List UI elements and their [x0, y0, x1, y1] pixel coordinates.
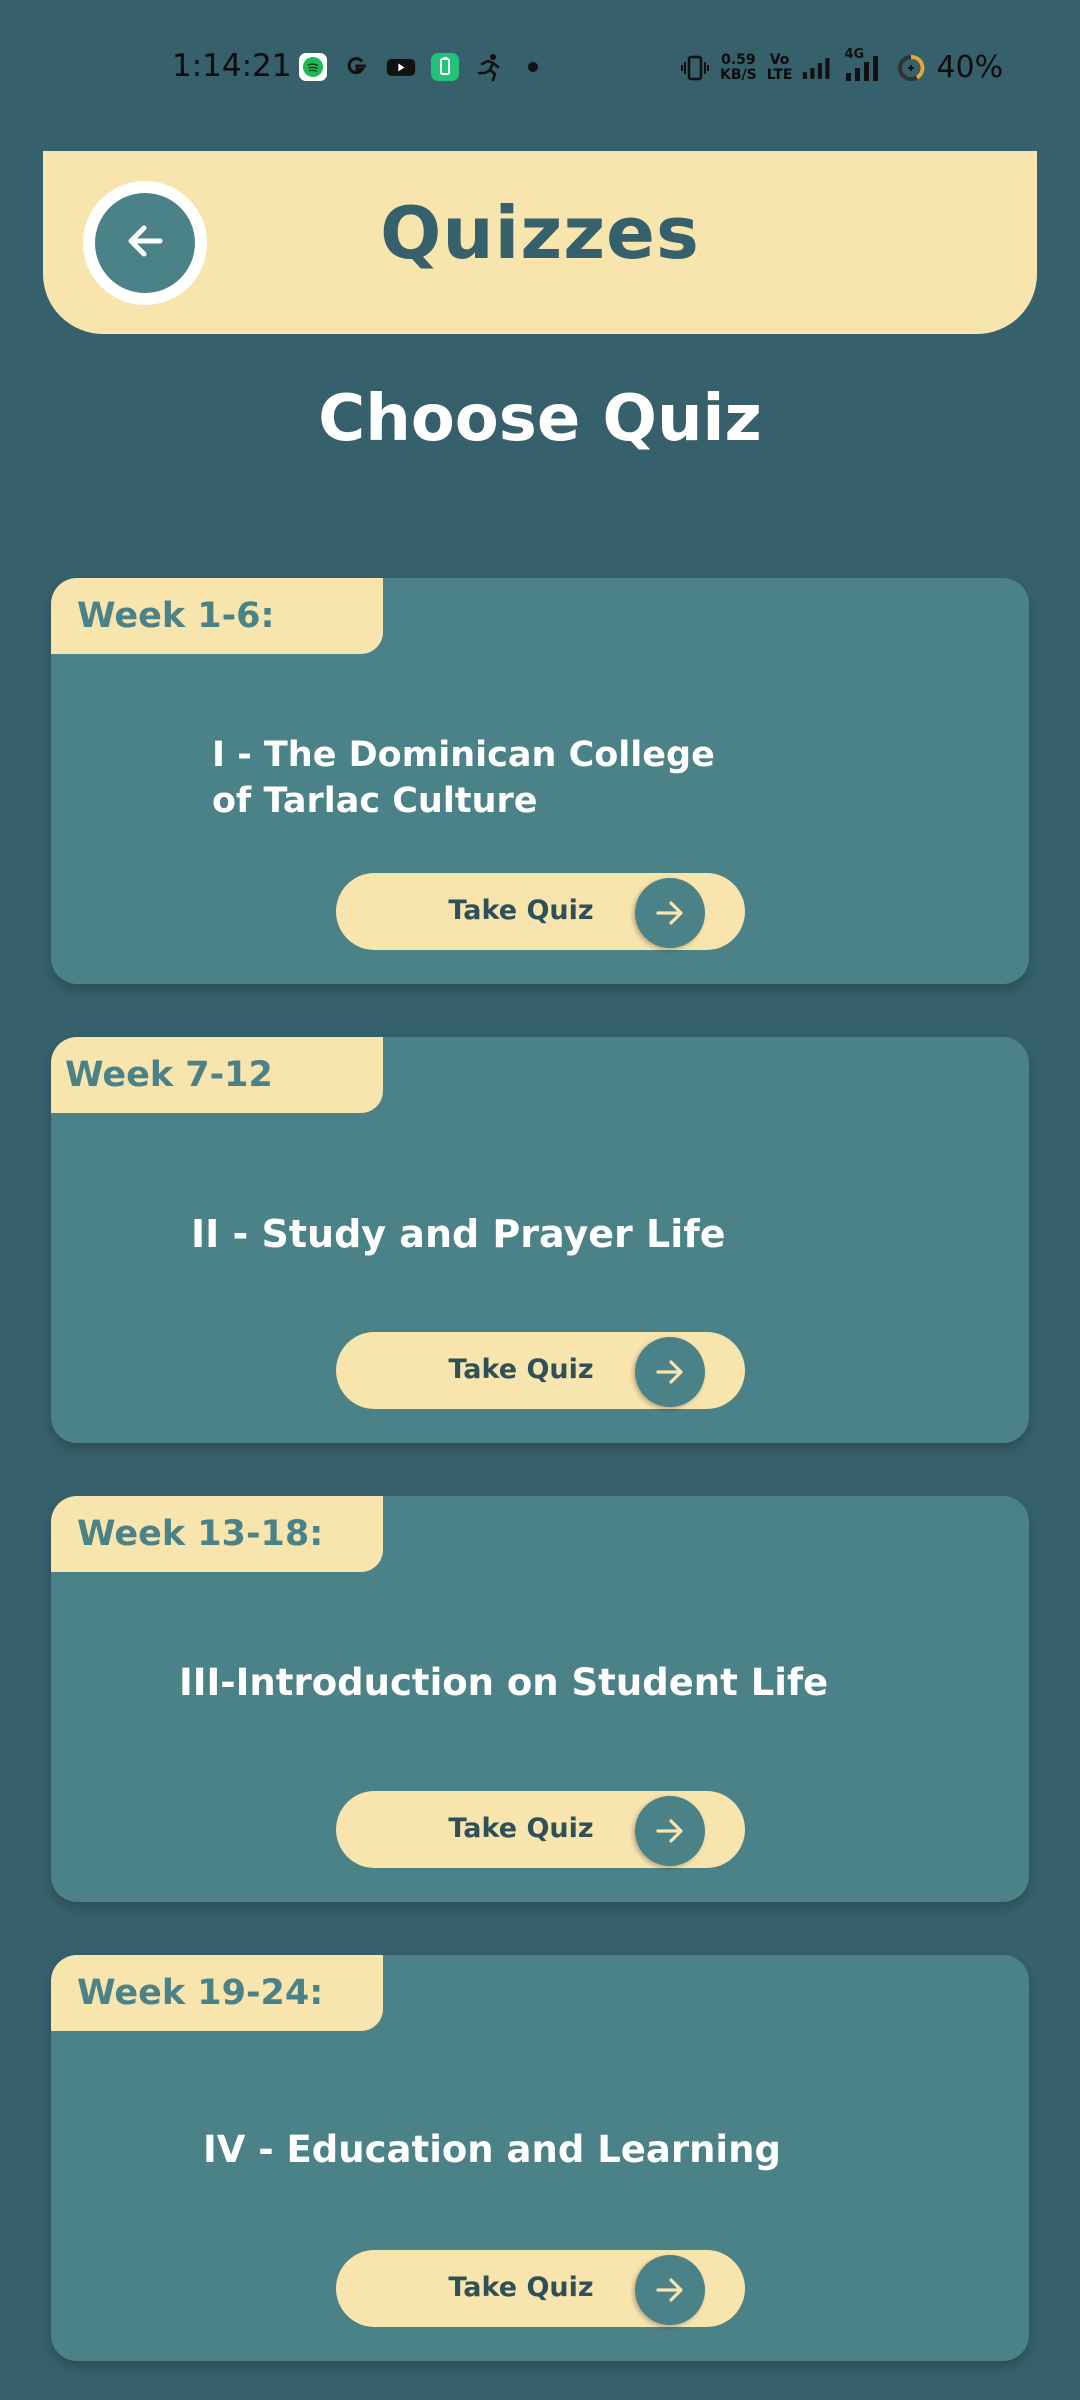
quiz-card-4: Week 19-24: IV - Education and Learning …: [51, 1955, 1029, 2361]
arrow-right-icon: [635, 878, 705, 948]
week-label: Week 7-12: [65, 1055, 273, 1095]
take-quiz-button[interactable]: Take Quiz: [336, 2250, 745, 2327]
status-time: 1:14:21: [172, 48, 292, 84]
battery-saver-icon: [430, 52, 460, 82]
page-title: Choose Quiz: [318, 382, 762, 456]
quiz-card-3: Week 13-18: III-Introduction on Student …: [51, 1496, 1029, 1902]
quiz-title-line2: of Tarlac Culture: [212, 781, 538, 821]
week-tab: Week 19-24:: [51, 1955, 383, 2031]
week-tab: Week 13-18:: [51, 1496, 383, 1572]
quiz-title-line1: IV - Education and Learning: [203, 2128, 781, 2171]
take-quiz-button[interactable]: Take Quiz: [336, 1332, 745, 1409]
network-type: 4G: [844, 46, 865, 62]
quiz-title-line1: III-Introduction on Student Life: [179, 1661, 829, 1704]
arrow-right-icon: [635, 1337, 705, 1407]
week-label: Week 1-6:: [77, 596, 275, 636]
status-bar: 1:14:21 0.59 KB/S Vo LTE 4G 40%: [0, 0, 1080, 140]
quiz-title-line1: I - The Dominican College: [212, 735, 715, 775]
quiz-title: IV - Education and Learning: [203, 2127, 781, 2173]
quiz-title: I - The Dominican College of Tarlac Cult…: [212, 732, 715, 824]
volte-top: Vo: [769, 51, 790, 68]
spotify-icon: [298, 52, 328, 82]
week-tab: Week 1-6:: [51, 578, 383, 654]
week-label: Week 19-24:: [77, 1973, 324, 2013]
volte-bottom: LTE: [766, 66, 793, 83]
take-quiz-button[interactable]: Take Quiz: [336, 1791, 745, 1868]
quiz-title: II - Study and Prayer Life: [191, 1211, 726, 1257]
quiz-title-line1: II - Study and Prayer Life: [191, 1212, 726, 1256]
fitness-icon: [474, 52, 504, 82]
signal-strength-icon: [802, 53, 832, 83]
header-title: Quizzes: [380, 191, 700, 275]
battery-icon: [896, 53, 926, 83]
take-quiz-button[interactable]: Take Quiz: [336, 873, 745, 950]
vibrate-icon: [680, 53, 710, 83]
youtube-icon: [386, 52, 416, 82]
network-speed-value: 0.59: [721, 51, 756, 68]
google-icon: [342, 52, 372, 82]
quiz-card-1: Week 1-6: I - The Dominican College of T…: [51, 578, 1029, 984]
network-speed-unit: KB/S: [720, 66, 757, 83]
app-header: Quizzes: [43, 151, 1037, 334]
signal-4g-icon: 4G: [842, 47, 886, 83]
quiz-card-2: Week 7-12 II - Study and Prayer Life Tak…: [51, 1037, 1029, 1443]
arrow-right-icon: [635, 2255, 705, 2325]
network-speed: 0.59 KB/S: [720, 51, 757, 83]
arrow-right-icon: [635, 1796, 705, 1866]
volte-indicator: Vo LTE: [766, 51, 793, 83]
week-label: Week 13-18:: [77, 1514, 324, 1554]
more-notifications-icon: [518, 52, 548, 82]
notification-icons: [298, 52, 548, 82]
battery-percent: 40%: [936, 50, 1004, 85]
quiz-title: III-Introduction on Student Life: [179, 1660, 828, 1706]
system-icons: 0.59 KB/S Vo LTE 4G 40%: [680, 47, 1004, 85]
week-tab: Week 7-12: [51, 1037, 383, 1113]
